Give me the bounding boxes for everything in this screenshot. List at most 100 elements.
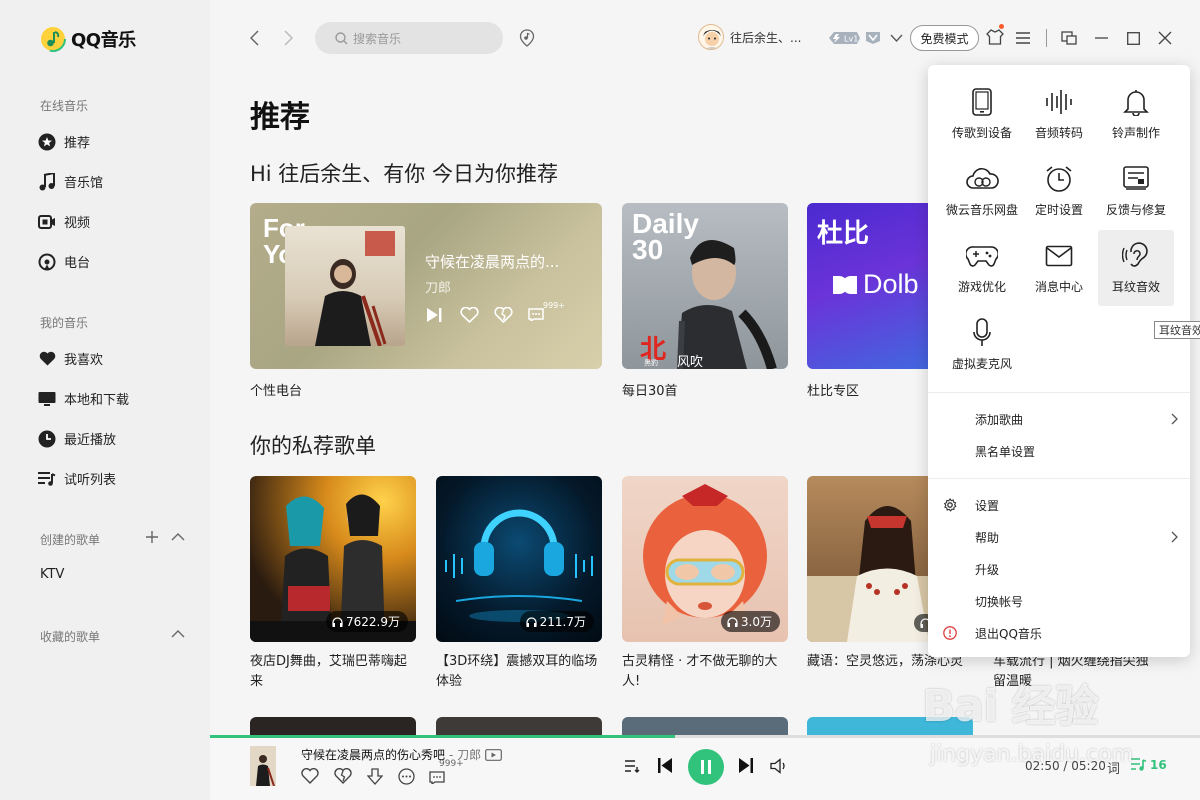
user-info[interactable]: 往后余生、... xyxy=(698,24,801,50)
download-button[interactable] xyxy=(367,768,383,786)
dislike-button[interactable] xyxy=(334,768,352,784)
main-menu-button[interactable] xyxy=(1014,28,1032,48)
mv-icon[interactable] xyxy=(485,748,503,761)
bell-icon xyxy=(1123,86,1149,118)
vip-level-badge[interactable]: Lv1 xyxy=(826,30,862,46)
chevron-down-icon xyxy=(890,34,902,42)
tool-transfer-device[interactable]: 传歌到设备 xyxy=(944,76,1020,152)
comment-count: 999+ xyxy=(543,301,565,310)
radio-song-title: 守候在凌晨两点的... xyxy=(425,253,560,271)
shirt-icon xyxy=(986,29,1004,45)
sidebar-item-recent[interactable]: 最近播放 xyxy=(38,429,116,448)
playlist-card-preview[interactable] xyxy=(436,717,602,735)
tool-ringtone[interactable]: 铃声制作 xyxy=(1098,76,1174,152)
sidebar: QQ音乐 在线音乐 推荐 音乐馆 视频 电台 我的音乐 我喜欢 本地和下载 最近… xyxy=(0,0,210,800)
sidebar-item-ktv[interactable]: KTV xyxy=(40,567,64,582)
playlist-title[interactable]: 【3D环绕】震撼双耳的临场体验 xyxy=(436,652,602,692)
tool-virtual-mic[interactable]: 虚拟麦克风 xyxy=(944,307,1020,383)
sidebar-item-music-hall[interactable]: 音乐馆 xyxy=(38,172,103,191)
previous-button[interactable] xyxy=(657,757,673,774)
forward-button[interactable] xyxy=(280,29,296,47)
tool-message-center[interactable]: 消息中心 xyxy=(1021,230,1097,306)
green-diamond-badge[interactable] xyxy=(864,30,882,46)
tool-timer[interactable]: 定时设置 xyxy=(1021,153,1097,229)
play-queue-button[interactable]: 16 xyxy=(1130,757,1167,772)
tool-earprint-sound[interactable]: 耳纹音效 xyxy=(1098,230,1174,306)
close-button[interactable] xyxy=(1156,28,1174,48)
search-input[interactable]: 搜索音乐 xyxy=(315,22,503,54)
radio-next-button[interactable] xyxy=(426,307,443,323)
free-mode-button[interactable]: 免费模式 xyxy=(910,25,979,51)
svg-text:Lv1: Lv1 xyxy=(844,35,858,44)
qq-music-logo-icon xyxy=(40,26,66,52)
playlist-card-preview[interactable] xyxy=(250,717,416,735)
play-mode-button[interactable] xyxy=(624,759,640,773)
daily-30-card[interactable]: Daily 30 北 黑豹 风吹 xyxy=(622,203,788,369)
menu-item-switch-account[interactable]: 切换帐号 xyxy=(928,587,1190,615)
minimize-button[interactable] xyxy=(1092,28,1110,48)
recognize-music-button[interactable] xyxy=(518,28,536,48)
mini-mode-button[interactable] xyxy=(1060,28,1078,48)
playlist-card-preview[interactable] xyxy=(622,717,788,735)
playlist-card-preview[interactable] xyxy=(807,717,973,735)
playlist-title[interactable]: 古灵精怪 · 才不做无聊的大人! xyxy=(622,652,788,692)
next-button[interactable] xyxy=(738,757,754,774)
sidebar-item-recommend[interactable]: 推荐 xyxy=(38,132,90,151)
search-icon xyxy=(335,31,348,44)
pause-button[interactable] xyxy=(688,749,724,785)
skin-button[interactable] xyxy=(985,24,1005,48)
collapse-collected-button[interactable] xyxy=(171,629,185,639)
alarm-clock-icon xyxy=(1045,163,1073,195)
sidebar-item-label: 音乐馆 xyxy=(64,176,104,191)
sidebar-item-video[interactable]: 视频 xyxy=(38,212,90,231)
menu-item-add-song[interactable]: 添加歌曲 xyxy=(928,405,1190,433)
card-caption[interactable]: 每日30首 xyxy=(622,380,678,399)
tool-audio-convert[interactable]: 音频转码 xyxy=(1021,76,1097,152)
maximize-button[interactable] xyxy=(1124,28,1142,48)
radio-dislike-button[interactable] xyxy=(494,307,513,323)
sidebar-item-local-download[interactable]: 本地和下载 xyxy=(38,389,129,408)
avatar[interactable] xyxy=(698,24,724,50)
menu-divider xyxy=(928,478,1190,479)
create-playlist-button[interactable] xyxy=(145,530,159,544)
back-button[interactable] xyxy=(246,29,262,47)
like-button[interactable] xyxy=(301,768,319,784)
menu-item-upgrade[interactable]: 升级 xyxy=(928,555,1190,583)
sidebar-item-trial-list[interactable]: 试听列表 xyxy=(38,469,116,488)
playlist-title[interactable]: 车载流行 | 烟火缠绕指尖独留温暖 xyxy=(993,652,1159,692)
menu-item-blacklist[interactable]: 黑名单设置 xyxy=(928,437,1190,465)
sidebar-item-label: 试听列表 xyxy=(64,473,117,488)
personal-radio-card[interactable]: For You 守候在凌晨两点的... 刀郎 999+ xyxy=(250,203,602,369)
video-icon xyxy=(38,213,56,231)
volume-button[interactable] xyxy=(770,758,788,774)
sidebar-item-radio[interactable]: 电台 xyxy=(38,252,90,271)
comment-button[interactable]: 999+ xyxy=(429,759,464,784)
now-playing-title[interactable]: 守候在凌晨两点的伤心秀吧 - 刀郎 xyxy=(301,746,503,763)
radio-like-button[interactable] xyxy=(460,307,479,323)
more-button[interactable] xyxy=(398,768,415,785)
menu-item-help[interactable]: 帮助 xyxy=(928,523,1190,551)
lyrics-button[interactable]: 词 xyxy=(1107,758,1120,777)
menu-item-quit[interactable]: 退出QQ音乐 xyxy=(928,619,1190,647)
playlist-card[interactable]: 7622.9万 xyxy=(250,476,416,642)
sidebar-item-liked[interactable]: 我喜欢 xyxy=(38,349,103,368)
tool-game-optimize[interactable]: 游戏优化 xyxy=(944,230,1020,306)
user-dropdown-button[interactable] xyxy=(888,31,904,45)
chevron-up-icon xyxy=(171,533,185,541)
playlist-card[interactable]: 3.0万 xyxy=(622,476,788,642)
card-caption[interactable]: 个性电台 xyxy=(250,380,302,399)
playlist-card[interactable]: 211.7万 xyxy=(436,476,602,642)
collapse-created-button[interactable] xyxy=(171,532,185,542)
card-caption[interactable]: 杜比专区 xyxy=(807,380,859,399)
app-logo[interactable]: QQ音乐 xyxy=(40,26,136,52)
gear-icon xyxy=(943,498,957,512)
play-count-badge: 7622.9万 xyxy=(326,611,408,632)
menu-item-settings[interactable]: 设置 xyxy=(928,491,1190,519)
tool-weiyun-disk[interactable]: 微云音乐网盘 xyxy=(944,153,1020,229)
sidebar-item-label: 推荐 xyxy=(64,136,91,151)
radio-comment-button[interactable]: 999+ xyxy=(528,301,565,321)
dolby-zone-card[interactable]: 杜比 Dolb xyxy=(807,203,947,369)
now-playing-cover[interactable] xyxy=(250,746,276,786)
tool-feedback[interactable]: 反馈与修复 xyxy=(1098,153,1174,229)
playlist-title[interactable]: 夜店DJ舞曲，艾瑞巴蒂嗨起来 xyxy=(250,652,416,692)
